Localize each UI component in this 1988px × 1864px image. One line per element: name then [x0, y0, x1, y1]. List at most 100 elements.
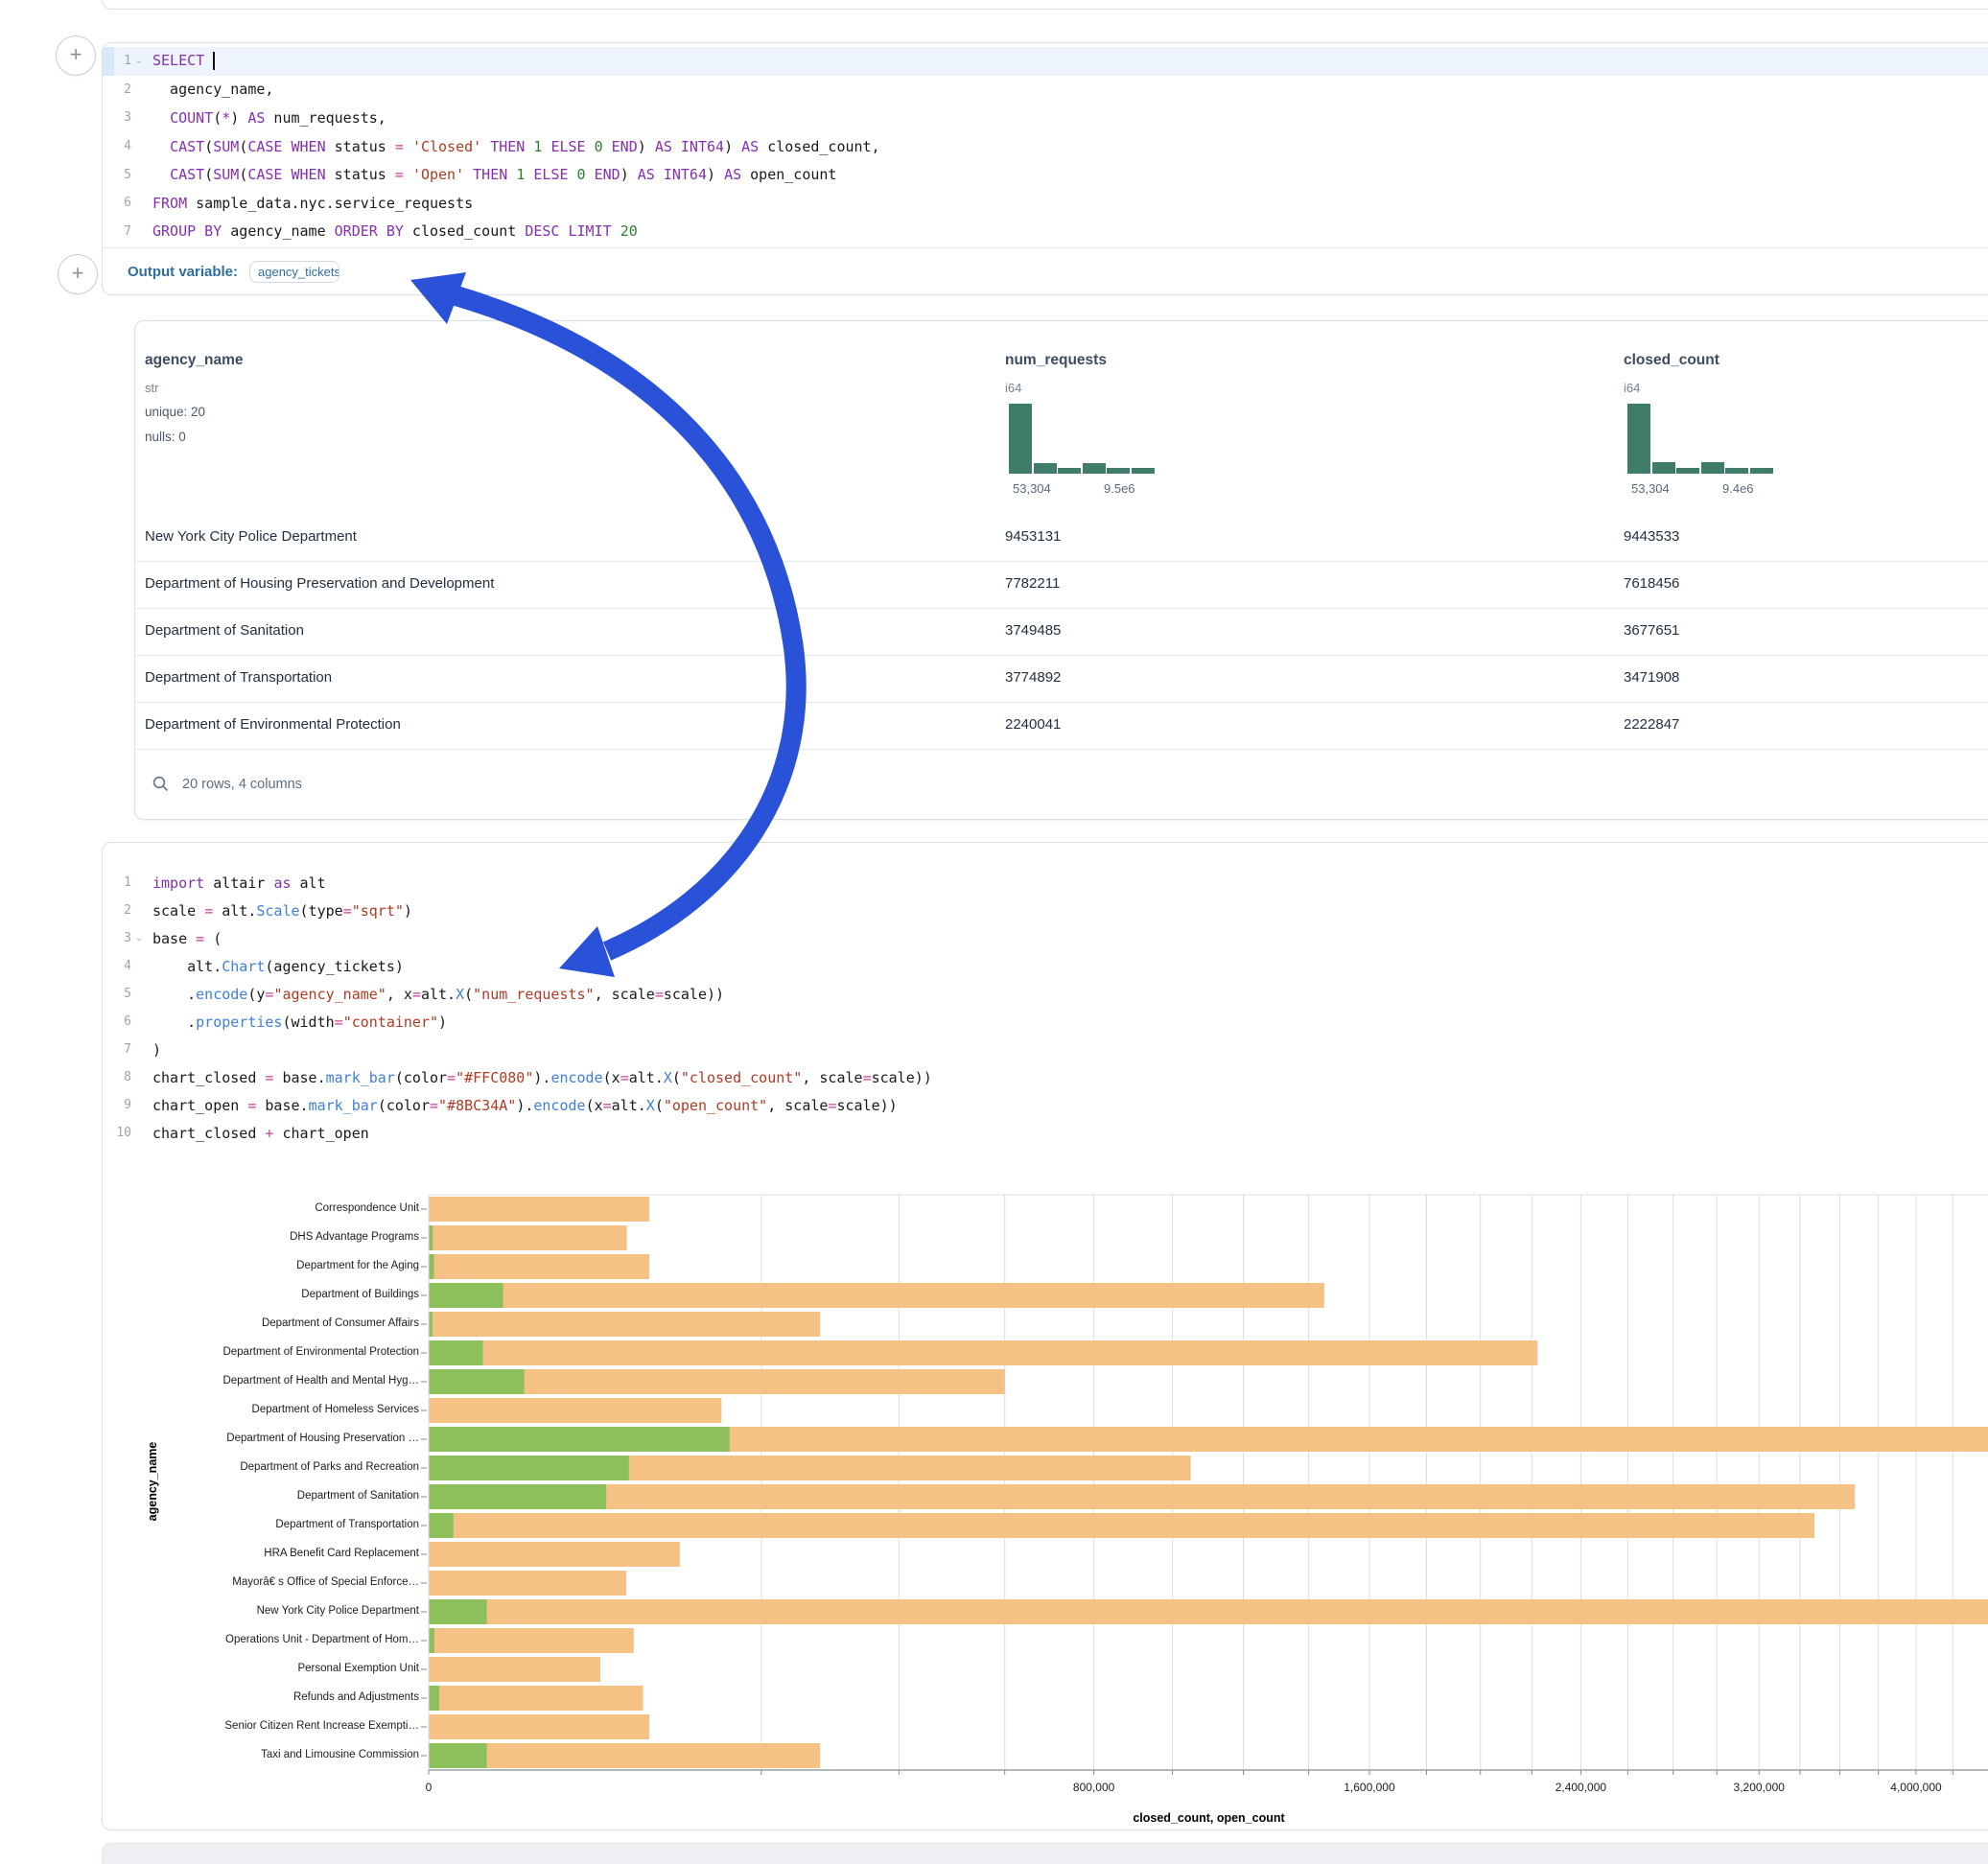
column-header-closed_count[interactable]: closed_count — [1624, 352, 1719, 369]
table-cell: Department of Transportation — [145, 669, 332, 686]
code-line-7[interactable]: 7) — [103, 1036, 1988, 1063]
line-number: 6 — [103, 196, 131, 210]
y-axis-label: Personal Exemption Unit — [131, 1663, 419, 1674]
code-text: FROM sample_data.nyc.service_requests — [147, 195, 473, 212]
active-line-chip — [103, 47, 114, 76]
bar-closed — [429, 1340, 1537, 1365]
code-line-9[interactable]: 9chart_open = base.mark_bar(color="#8BC3… — [103, 1091, 1988, 1119]
python-code-editor[interactable]: 1import altair as alt2scale = alt.Scale(… — [103, 843, 1988, 1147]
line-number: 5 — [103, 987, 131, 1001]
code-line-3[interactable]: 3⌄base = ( — [103, 924, 1988, 952]
sql-cell: 1⌄SELECT 2 agency_name,3 COUNT(*) AS num… — [102, 42, 1988, 295]
plot-background — [429, 1195, 1988, 1770]
code-line-10[interactable]: 10chart_closed + chart_open — [103, 1119, 1988, 1147]
code-text: .encode(y="agency_name", x=alt.X("num_re… — [147, 986, 724, 1003]
output-variable-badge[interactable]: agency_tickets — [249, 261, 339, 283]
x-axis-tick-label: 3,200,000 — [1701, 1781, 1816, 1794]
bar-closed — [429, 1714, 649, 1739]
code-line-4[interactable]: 4 alt.Chart(agency_tickets) — [103, 952, 1988, 980]
x-axis-tick-label: 2,400,000 — [1523, 1781, 1638, 1794]
y-axis-label: DHS Advantage Programs — [131, 1231, 419, 1243]
notebook-page: + + 1⌄SELECT 2 agency_name,3 COUNT(*) AS… — [0, 0, 1988, 1864]
code-line-5[interactable]: 5 .encode(y="agency_name", x=alt.X("num_… — [103, 980, 1988, 1008]
y-axis-label: Department of Sanitation — [131, 1490, 419, 1502]
code-line-3[interactable]: 3 COUNT(*) AS num_requests, — [103, 104, 1988, 132]
code-line-2[interactable]: 2 agency_name, — [103, 76, 1988, 105]
table-cell: Department of Sanitation — [145, 622, 304, 639]
bar-open — [429, 1340, 482, 1365]
bar-open — [429, 1254, 433, 1279]
bar-open — [429, 1283, 503, 1308]
table-row-count: 20 rows, 4 columns — [182, 777, 302, 792]
y-axis-label: Department of Environmental Protection — [131, 1346, 419, 1358]
table-cell: 3749485 — [1005, 622, 1061, 639]
bar-closed — [429, 1312, 820, 1337]
code-text: CAST(SUM(CASE WHEN status = 'Closed' THE… — [147, 138, 880, 155]
y-axis-title: agency_name — [146, 1376, 159, 1587]
code-text: chart_closed = base.mark_bar(color="#FFC… — [147, 1069, 932, 1086]
fold-chevron-icon[interactable]: ⌄ — [131, 933, 147, 944]
x-axis-tick-label: 1,600,000 — [1312, 1781, 1427, 1794]
code-line-5[interactable]: 5 CAST(SUM(CASE WHEN status = 'Open' THE… — [103, 160, 1988, 189]
column-stat: unique: 20 — [145, 400, 205, 425]
code-line-4[interactable]: 4 CAST(SUM(CASE WHEN status = 'Closed' T… — [103, 132, 1988, 161]
bar-closed — [429, 1686, 643, 1711]
table-header-row: agency_namestrunique: 20nulls: 0num_requ… — [135, 321, 1988, 514]
bar-closed — [429, 1484, 1855, 1509]
bar-closed — [429, 1225, 627, 1250]
table-cell: Department of Environmental Protection — [145, 716, 401, 733]
bar-closed — [429, 1542, 680, 1567]
y-axis-label: New York City Police Department — [131, 1605, 419, 1617]
line-number: 3 — [103, 931, 131, 945]
table-footer: 20 rows, 4 columns — [135, 750, 1988, 818]
code-text: agency_name, — [147, 81, 273, 98]
code-line-6[interactable]: 6 FROM sample_data.nyc.service_requests — [103, 189, 1988, 218]
bar-closed — [429, 1628, 634, 1653]
column-header-num_requests[interactable]: num_requests — [1005, 352, 1107, 369]
search-icon[interactable] — [152, 776, 169, 792]
y-axis-label: Department for the Aging — [131, 1260, 419, 1271]
histogram-min-label: 53,304 — [1631, 481, 1670, 496]
line-number: 6 — [103, 1014, 131, 1029]
code-line-8[interactable]: 8chart_closed = base.mark_bar(color="#FF… — [103, 1063, 1988, 1091]
x-axis-tick-label: 4,000,000 — [1859, 1781, 1974, 1794]
table-cell: 9453131 — [1005, 528, 1061, 545]
bar-open — [429, 1743, 487, 1768]
column-histogram — [1627, 404, 1773, 474]
fold-chevron-icon[interactable]: ⌄ — [131, 56, 147, 66]
table-row: Department of Transportation377489234719… — [135, 655, 1988, 702]
histogram-max-label: 9.4e6 — [1722, 481, 1754, 496]
code-line-1[interactable]: 1⌄SELECT — [103, 47, 1988, 76]
bar-open — [429, 1456, 629, 1480]
code-line-2[interactable]: 2scale = alt.Scale(type="sqrt") — [103, 897, 1988, 924]
bar-open — [429, 1225, 433, 1250]
column-header-agency_name[interactable]: agency_name — [145, 352, 244, 369]
code-line-1[interactable]: 1import altair as alt — [103, 869, 1988, 897]
y-axis-label: Department of Health and Mental Hyg… — [131, 1375, 419, 1386]
table-cell: 2240041 — [1005, 716, 1061, 733]
bar-closed — [429, 1571, 626, 1596]
add-cell-button-top[interactable]: + — [56, 35, 96, 76]
line-number: 10 — [103, 1126, 131, 1140]
y-axis-label: Department of Housing Preservation … — [131, 1433, 419, 1444]
dataframe-preview-card: agency_namestrunique: 20nulls: 0num_requ… — [134, 320, 1988, 820]
bar-closed — [429, 1283, 1324, 1308]
table-cell: 3677651 — [1624, 622, 1679, 639]
code-text: alt.Chart(agency_tickets) — [147, 958, 404, 975]
column-type: i64 — [1624, 381, 1640, 395]
sql-code-editor[interactable]: 1⌄SELECT 2 agency_name,3 COUNT(*) AS num… — [103, 43, 1988, 245]
y-axis-label: Department of Parks and Recreation — [131, 1461, 419, 1473]
y-axis-label: Operations Unit - Department of Hom… — [131, 1634, 419, 1645]
bar-closed — [429, 1398, 721, 1423]
column-type: i64 — [1005, 381, 1021, 395]
code-line-6[interactable]: 6 .properties(width="container") — [103, 1008, 1988, 1036]
code-line-7[interactable]: 7GROUP BY agency_name ORDER BY closed_co… — [103, 218, 1988, 246]
y-axis-label: Department of Homeless Services — [131, 1404, 419, 1415]
table-cell: 9443533 — [1624, 528, 1679, 545]
line-number: 4 — [103, 139, 131, 153]
histogram-min-label: 53,304 — [1013, 481, 1051, 496]
y-axis-label: Senior Citizen Rent Increase Exempti… — [131, 1720, 419, 1732]
column-type: str — [145, 381, 158, 395]
add-cell-button-output[interactable]: + — [58, 254, 98, 294]
code-text: chart_open = base.mark_bar(color="#8BC34… — [147, 1097, 898, 1114]
